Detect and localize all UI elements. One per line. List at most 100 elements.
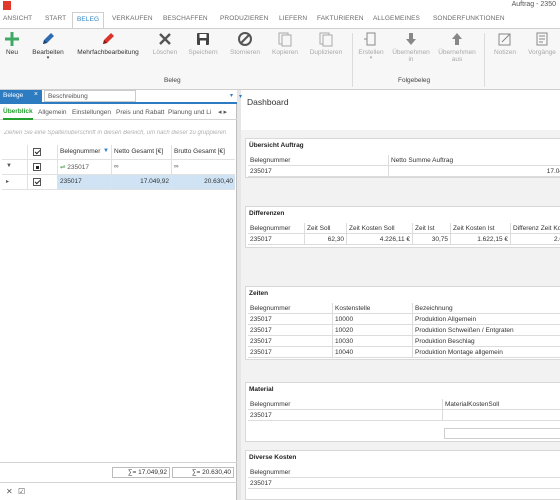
section-header-row: Belegnummer MaterialKostenSoll: [248, 399, 560, 410]
cancel-icon: [238, 32, 252, 46]
edit-button[interactable]: Bearbeiten ▾: [28, 31, 68, 61]
chevron-down-icon: ▾: [369, 55, 373, 61]
col-header: Zeit Soll: [304, 223, 346, 234]
take-from-button[interactable]: Übernehmen aus: [436, 31, 478, 63]
cell: 10020: [332, 325, 412, 336]
filter-checkbox-cell[interactable]: [28, 160, 58, 174]
tab-start[interactable]: START: [45, 15, 66, 22]
subtab-preis-rabatt[interactable]: Preis und Rabatt: [116, 109, 164, 116]
row-checkbox[interactable]: [33, 178, 41, 186]
cell: 2.6: [510, 234, 560, 245]
tab-liefern[interactable]: LIEFERN: [279, 15, 307, 22]
subtab-planung[interactable]: Planung und Li: [168, 109, 211, 116]
tab-produzieren[interactable]: PRODUZIEREN: [220, 15, 268, 22]
cell: Produktion Allgemein: [412, 314, 560, 325]
group-by-hint[interactable]: Ziehen Sie eine Spaltenüberschrift in di…: [4, 130, 232, 142]
filter-belegnummer[interactable]: ⇌ 235017: [58, 160, 112, 174]
table-row[interactable]: 235017 62,30 4.226,11 € 30,75 1.622,15 €…: [248, 234, 560, 245]
cell: 1.622,15 €: [450, 234, 510, 245]
table-row[interactable]: 235017 10020 Produktion Schweißen / Entg…: [248, 325, 560, 336]
tab-allgemeines[interactable]: ALLGEMEINES: [373, 15, 420, 22]
save-button[interactable]: Speichern: [184, 31, 222, 56]
tab-beschaffen[interactable]: BESCHAFFEN: [163, 15, 208, 22]
cell: 10040: [332, 347, 412, 358]
table-row[interactable]: ▸ 235017 17.049,92 20.630,40: [2, 175, 235, 190]
subtab-allgemein[interactable]: Allgemein: [38, 109, 67, 116]
filter-editor-icon[interactable]: ✕: [6, 487, 13, 496]
processes-button[interactable]: Vorgänge: [524, 31, 560, 56]
filter-checkbox[interactable]: [33, 163, 41, 171]
col-header-brutto[interactable]: Brutto Gesamt [€]: [172, 145, 235, 159]
table-row[interactable]: 235017 10040 Produktion Montage allgemei…: [248, 347, 560, 358]
close-icon[interactable]: ×: [34, 91, 38, 98]
row-checkbox-cell[interactable]: [28, 175, 58, 189]
processes-label: Vorgänge: [528, 49, 556, 56]
subtab-scroll-arrows[interactable]: ◂ ▸: [218, 108, 227, 116]
section-title: Zeiten: [249, 290, 269, 297]
col-header: Netto Summe Auftrag: [388, 155, 560, 166]
tab-ansicht[interactable]: ANSICHT: [3, 15, 32, 22]
multi-edit-button[interactable]: Mehrfachbearbeitung: [72, 31, 144, 56]
take-in-button[interactable]: Übernehmen in: [390, 31, 432, 63]
chevron-down-icon: ▾: [46, 55, 50, 61]
cell: Produktion Schweißen / Entgraten: [412, 325, 560, 336]
sort-down-icon[interactable]: ▼: [103, 148, 109, 154]
belege-panel: Belege × Beschreibung ▾ Überblick Allgem…: [0, 90, 237, 500]
app-icon[interactable]: [3, 1, 11, 10]
col-header: Zeit Kosten Ist: [450, 223, 510, 234]
cell-belegnummer[interactable]: 235017: [58, 175, 112, 189]
table-row[interactable]: 235017 10030 Produktion Beschlag: [248, 336, 560, 347]
create-button[interactable]: Erstellen ▾: [356, 31, 386, 61]
filter-brutto[interactable]: ∞: [172, 160, 235, 174]
table-row[interactable]: 235017 10000 Produktion Allgemein: [248, 314, 560, 325]
cell: 62,30: [304, 234, 346, 245]
col-header-belegnummer[interactable]: Belegnummer ▼: [58, 145, 112, 159]
cell-netto[interactable]: 17.049,92: [112, 175, 172, 189]
dashboard-header: Dashboard: [241, 90, 560, 130]
section-zeiten: Zeiten Belegnummer Kostenstelle Bezeichn…: [245, 286, 560, 360]
cancel-button[interactable]: Stornieren: [226, 31, 264, 56]
col-header-netto[interactable]: Netto Gesamt [€]: [112, 145, 172, 159]
subtab-ueberblick[interactable]: Überblick: [3, 108, 33, 120]
filter-active-icon[interactable]: ☑: [18, 487, 25, 496]
pencil-icon: [43, 33, 54, 44]
cell: [442, 410, 560, 421]
cell: Produktion Beschlag: [412, 336, 560, 347]
dashboard-title: Dashboard: [247, 97, 289, 107]
tab-belege[interactable]: Belege ×: [0, 90, 42, 102]
select-all-cell[interactable]: [28, 145, 58, 159]
tab-sonderfunktionen[interactable]: SONDERFUNKTIONEN: [433, 15, 505, 22]
tab-verkaufen[interactable]: VERKAUFEN: [112, 15, 153, 22]
chevron-down-icon[interactable]: ▾: [230, 92, 233, 99]
tab-underline: [0, 102, 237, 104]
cancel-label: Stornieren: [230, 49, 260, 56]
subtab-einstellungen[interactable]: Einstellungen: [72, 109, 111, 116]
copy-button[interactable]: Kopieren: [268, 31, 302, 56]
copy-label: Kopieren: [271, 49, 299, 56]
panel-collapse-arrow-icon[interactable]: ▾: [239, 93, 242, 100]
ribbon-separator: [484, 33, 485, 87]
duplicate-icon: [319, 32, 333, 47]
new-button[interactable]: Neu: [2, 31, 22, 56]
select-all-checkbox[interactable]: [33, 148, 41, 156]
cell: 10030: [332, 336, 412, 347]
section-diverse-kosten: Diverse Kosten Belegnummer 235017: [245, 450, 560, 500]
row-indicator: ▸: [2, 175, 28, 189]
table-row[interactable]: 235017: [248, 478, 560, 489]
cell-brutto[interactable]: 20.630,40: [172, 175, 235, 189]
col-header: Zeit Ist: [412, 223, 450, 234]
col-header: Belegnummer: [250, 401, 291, 408]
title-bar: Auftrag - 2350: [0, 0, 560, 12]
section-material: Material Belegnummer MaterialKostenSoll …: [245, 382, 560, 442]
table-row[interactable]: 235017 17.04: [248, 166, 560, 177]
tab-fakturieren[interactable]: FAKTURIEREN: [317, 15, 364, 22]
tab-beschreibung[interactable]: Beschreibung: [44, 90, 136, 102]
notes-button[interactable]: Notizen: [488, 31, 522, 56]
filter-row-indicator: ▼: [2, 160, 28, 174]
tab-beleg[interactable]: BELEG: [72, 12, 105, 28]
filter-netto[interactable]: ∞: [112, 160, 172, 174]
col-header: Zeit Kosten Soll: [346, 223, 412, 234]
delete-button[interactable]: Löschen: [148, 31, 182, 56]
duplicate-button[interactable]: Duplizieren: [306, 31, 346, 56]
table-row[interactable]: 235017: [248, 410, 560, 421]
